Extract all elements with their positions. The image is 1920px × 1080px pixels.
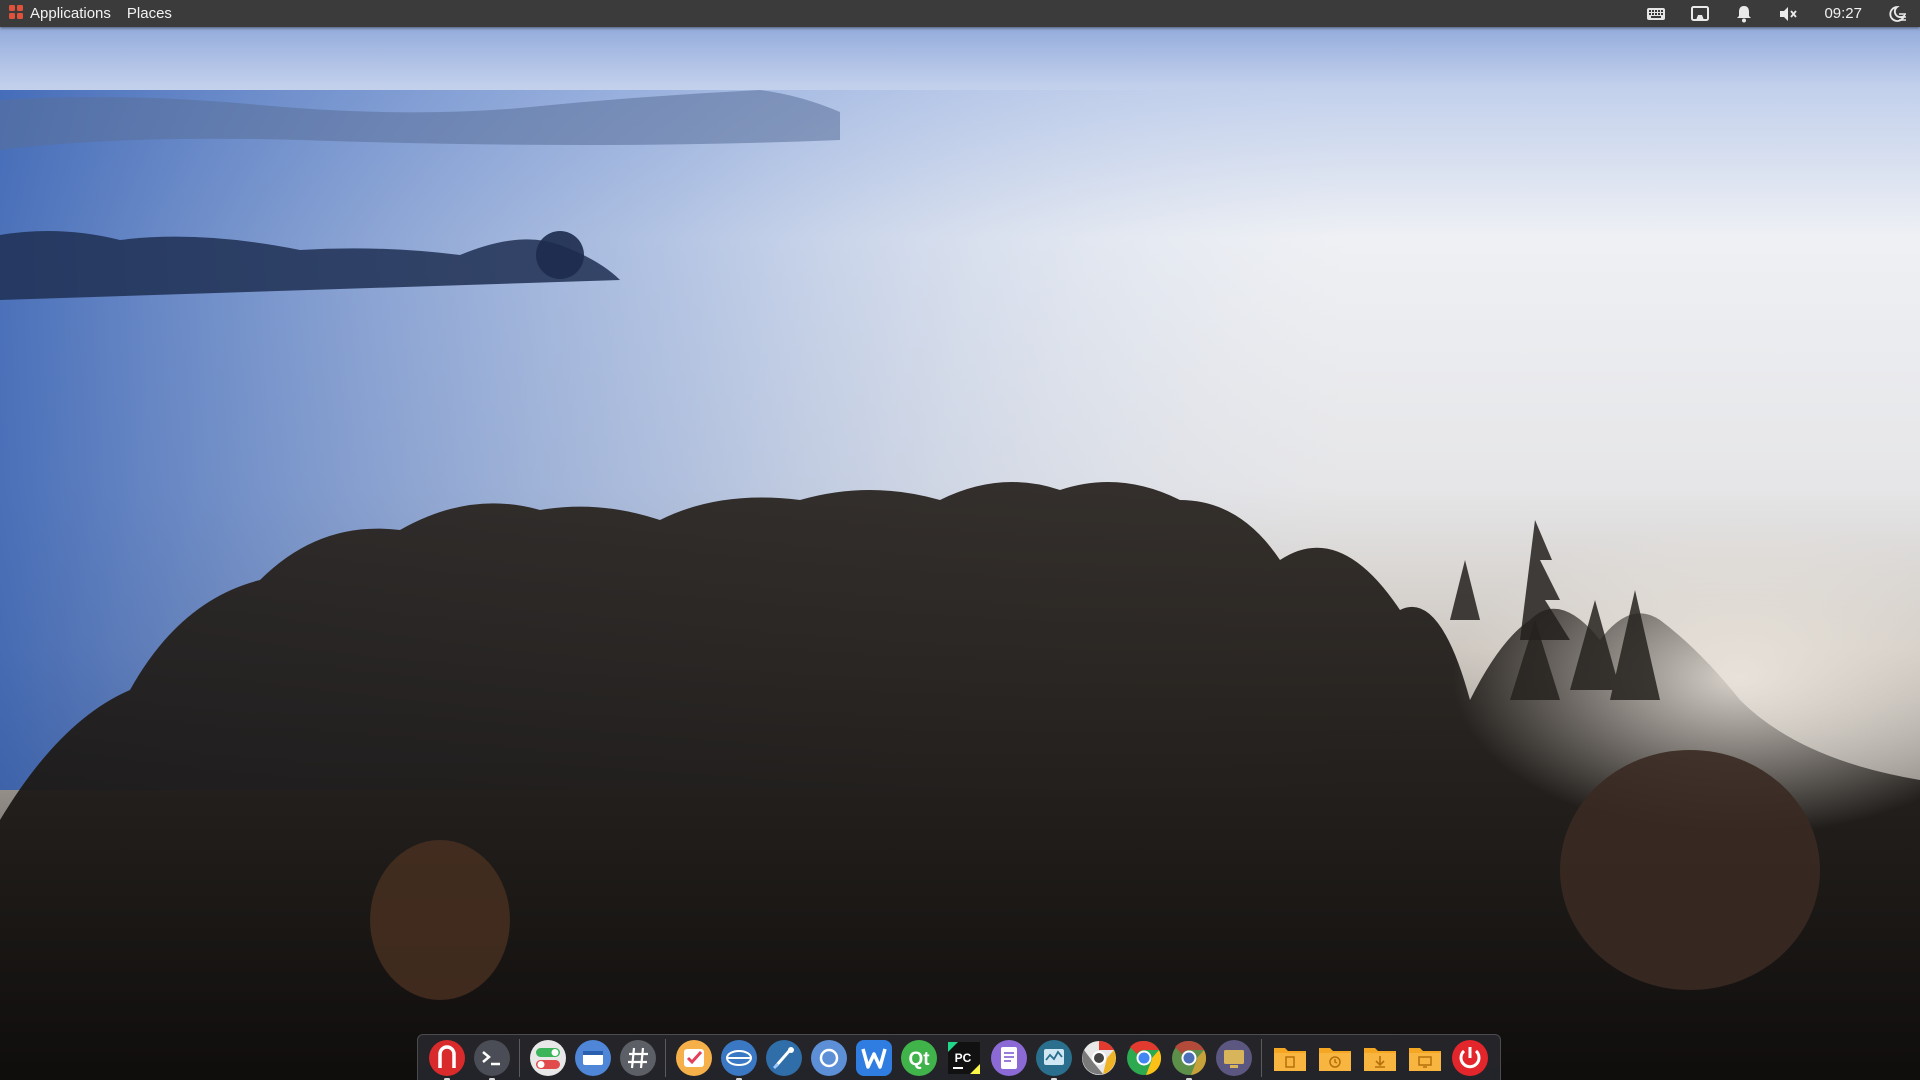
tasks-launcher[interactable] (674, 1038, 714, 1078)
power-button[interactable] (1450, 1038, 1490, 1078)
wallpaper (0, 0, 1920, 1080)
desktop: Applications Places 09:27 Qt PC (0, 0, 1920, 1080)
text-editor-launcher[interactable] (989, 1038, 1029, 1078)
desktop-folder-launcher[interactable] (1405, 1038, 1445, 1078)
wps-writer-app-icon (855, 1039, 892, 1076)
keyboard-icon (1647, 7, 1666, 20)
chrome-launcher[interactable] (1124, 1038, 1164, 1078)
documents-folder-icon (1273, 1047, 1306, 1071)
dock-separator (665, 1038, 666, 1077)
night-light-indicator[interactable] (1876, 0, 1920, 27)
remote-desktop-app-icon (720, 1039, 757, 1076)
keyboard-indicator[interactable] (1634, 0, 1678, 27)
qt-creator-app-icon: Qt (900, 1039, 937, 1076)
window-manager-launcher[interactable] (573, 1038, 613, 1078)
downloads-folder-launcher[interactable] (1360, 1038, 1400, 1078)
system-monitor-app-icon (1035, 1039, 1072, 1076)
monitor-app-icon (1215, 1039, 1252, 1076)
remote-desktop-launcher[interactable] (719, 1038, 759, 1080)
panel-left: Applications Places (0, 0, 182, 27)
chromium-launcher[interactable] (1169, 1038, 1209, 1080)
pycharm-launcher[interactable]: PC (944, 1038, 984, 1078)
hashtag-launcher[interactable] (618, 1038, 658, 1078)
chrome-canary-app-icon (1081, 1040, 1116, 1075)
display-indicator[interactable] (1678, 0, 1722, 27)
volume-indicator[interactable] (1766, 0, 1810, 27)
notification-bell-icon (1737, 5, 1752, 22)
dock-separator (1261, 1038, 1262, 1077)
documents-folder-launcher[interactable] (1270, 1038, 1310, 1078)
svg-text:PC: PC (954, 1051, 971, 1065)
terminal-launcher[interactable] (472, 1038, 512, 1080)
pycharm-alt-app-icon (765, 1039, 802, 1076)
search-launcher[interactable] (809, 1038, 849, 1078)
recent-folder-launcher[interactable] (1315, 1038, 1355, 1078)
applications-menu-button[interactable]: Applications (0, 0, 121, 27)
desktop-folder-icon (1408, 1047, 1441, 1071)
places-menu-label: Places (126, 5, 172, 22)
places-menu-button[interactable]: Places (121, 0, 182, 27)
clock[interactable]: 09:27 (1810, 0, 1876, 27)
power-icon (1451, 1039, 1488, 1076)
chromium-app-icon (1171, 1040, 1206, 1075)
top-panel: Applications Places 09:27 (0, 0, 1920, 27)
night-light-icon (1889, 5, 1906, 22)
notifications-indicator[interactable] (1722, 0, 1766, 27)
system-tray: 09:27 (1634, 0, 1920, 27)
terminal-red-launcher[interactable] (427, 1038, 467, 1080)
system-monitor-launcher[interactable] (1034, 1038, 1074, 1080)
chrome-app-icon (1126, 1040, 1161, 1075)
qt-creator-launcher[interactable]: Qt (899, 1038, 939, 1078)
dock-separator (519, 1038, 520, 1077)
search-app-icon (810, 1039, 847, 1076)
dock: Qt PC (417, 1034, 1501, 1080)
display-icon (1691, 5, 1710, 21)
hashtag-app-icon (619, 1039, 656, 1076)
tasks-app-icon (675, 1039, 712, 1076)
svg-text:Qt: Qt (908, 1049, 930, 1070)
window-manager-app-icon (574, 1039, 611, 1076)
terminal-red-app-icon (428, 1039, 465, 1076)
toggle-app-icon (529, 1039, 566, 1076)
downloads-folder-icon (1363, 1047, 1396, 1071)
recent-folder-icon (1318, 1047, 1351, 1071)
chrome-canary-launcher[interactable] (1079, 1038, 1119, 1078)
text-editor-app-icon (990, 1039, 1027, 1076)
pycharm-alt-launcher[interactable] (764, 1038, 804, 1078)
applications-logo-icon (8, 4, 30, 24)
volume-muted-icon (1780, 6, 1798, 21)
terminal-app-icon (473, 1039, 510, 1076)
toggle-launcher[interactable] (528, 1038, 568, 1078)
pycharm-app-icon: PC (947, 1041, 980, 1074)
monitor-launcher[interactable] (1214, 1038, 1254, 1078)
wps-writer-launcher[interactable] (854, 1038, 894, 1078)
applications-menu-label: Applications (30, 5, 111, 22)
